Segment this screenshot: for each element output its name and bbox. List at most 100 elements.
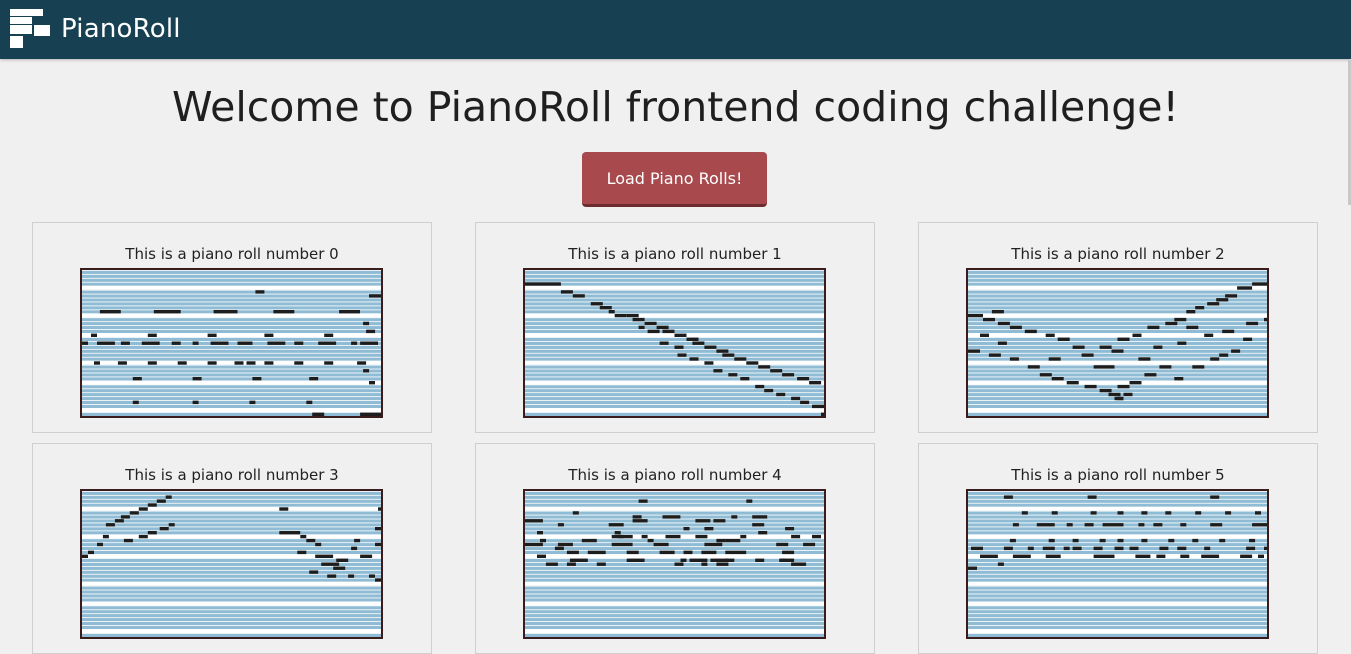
piano-roll-card-1[interactable]: This is a piano roll number 1 bbox=[475, 222, 875, 433]
piano-roll-lane-divider bbox=[968, 281, 1267, 283]
piano-roll-note bbox=[1204, 546, 1211, 551]
piano-roll-note bbox=[1093, 546, 1103, 551]
piano-roll-lane-divider bbox=[968, 621, 1267, 623]
piano-roll-lane-divider bbox=[525, 609, 824, 611]
piano-roll-note bbox=[1138, 357, 1151, 361]
piano-roll-note bbox=[674, 562, 684, 566]
piano-roll-lane-divider bbox=[525, 613, 824, 615]
piano-roll-note bbox=[782, 550, 795, 555]
piano-roll-lane-divider bbox=[968, 526, 1267, 528]
piano-roll-lane-divider bbox=[968, 633, 1267, 634]
piano-roll-note bbox=[1021, 511, 1028, 515]
piano-roll-note bbox=[1108, 392, 1121, 397]
piano-roll-note bbox=[632, 515, 642, 519]
piano-roll-note bbox=[731, 515, 738, 519]
pianoroll-logo-icon[interactable] bbox=[10, 9, 51, 49]
piano-roll-canvas[interactable] bbox=[80, 489, 383, 639]
piano-roll-note bbox=[1225, 511, 1232, 515]
piano-roll-note bbox=[626, 558, 645, 562]
piano-roll-lane-divider bbox=[525, 498, 824, 500]
piano-roll-lane-divider bbox=[82, 301, 381, 303]
piano-roll-note bbox=[997, 562, 1004, 566]
piano-roll-svg bbox=[82, 270, 381, 416]
piano-roll-note bbox=[94, 361, 100, 365]
piano-roll-note bbox=[626, 313, 639, 318]
piano-roll-note bbox=[991, 310, 1004, 314]
piano-roll-note bbox=[1222, 329, 1235, 334]
piano-roll-note bbox=[315, 542, 322, 547]
piano-roll-lane-divider bbox=[525, 554, 824, 555]
piano-roll-lane-divider bbox=[968, 581, 1267, 583]
piano-roll-lane-divider bbox=[968, 491, 1267, 492]
piano-roll-lane-divider bbox=[968, 329, 1267, 330]
piano-roll-note bbox=[997, 341, 1007, 345]
piano-roll-note bbox=[168, 523, 175, 527]
app-brand[interactable]: PianoRoll bbox=[61, 12, 181, 46]
piano-roll-note bbox=[674, 333, 687, 337]
piano-roll-lane-divider bbox=[968, 368, 1267, 370]
piano-roll-lane-divider bbox=[525, 502, 824, 504]
piano-roll-note bbox=[800, 562, 807, 566]
piano-roll-lane-divider bbox=[968, 372, 1267, 374]
piano-roll-note bbox=[375, 542, 381, 547]
piano-roll-lane-divider bbox=[525, 321, 824, 323]
piano-roll-lane-divider bbox=[525, 577, 824, 579]
piano-roll-lane-divider bbox=[525, 546, 824, 548]
piano-roll-note bbox=[249, 400, 256, 405]
piano-roll-note bbox=[1237, 286, 1253, 290]
piano-roll-note bbox=[525, 519, 543, 523]
piano-roll-canvas[interactable] bbox=[523, 489, 826, 639]
piano-roll-note bbox=[1084, 384, 1097, 389]
piano-roll-card-3[interactable]: This is a piano roll number 3 bbox=[32, 443, 432, 654]
piano-roll-card-4[interactable]: This is a piano roll number 4 bbox=[475, 443, 875, 654]
piano-roll-lane-divider bbox=[82, 400, 381, 402]
piano-roll-note bbox=[716, 538, 726, 543]
piano-roll-note bbox=[1012, 523, 1019, 527]
piano-roll-note bbox=[132, 377, 142, 381]
piano-roll-note bbox=[123, 538, 133, 543]
piano-roll-note bbox=[1066, 381, 1079, 385]
piano-roll-lane-divider bbox=[968, 530, 1267, 532]
piano-roll-note bbox=[1072, 546, 1082, 551]
piano-roll-lane-divider bbox=[525, 281, 824, 283]
piano-roll-lane-divider bbox=[968, 313, 1267, 315]
piano-roll-note bbox=[375, 527, 381, 531]
piano-roll-note bbox=[378, 507, 381, 511]
piano-roll-note bbox=[1192, 365, 1205, 369]
piano-roll-card-0[interactable]: This is a piano roll number 0 bbox=[32, 222, 432, 433]
piano-roll-lane-divider bbox=[968, 550, 1267, 551]
piano-roll-note bbox=[1195, 511, 1202, 515]
piano-roll-note bbox=[764, 388, 774, 393]
piano-roll-lane-divider bbox=[82, 352, 381, 354]
piano-roll-canvas[interactable] bbox=[966, 268, 1269, 418]
piano-roll-lane-divider bbox=[968, 305, 1267, 307]
piano-roll-note bbox=[758, 365, 771, 369]
piano-roll-lane-divider bbox=[82, 281, 381, 283]
piano-roll-lane-divider bbox=[968, 408, 1267, 409]
piano-roll-note bbox=[525, 542, 543, 547]
piano-roll-lane-divider bbox=[82, 577, 381, 579]
piano-roll-lane-divider bbox=[525, 589, 824, 591]
piano-roll-note bbox=[192, 341, 199, 345]
piano-roll-canvas[interactable] bbox=[966, 489, 1269, 639]
piano-roll-canvas[interactable] bbox=[523, 268, 826, 418]
piano-roll-note bbox=[306, 538, 316, 543]
piano-roll-note bbox=[1129, 546, 1139, 551]
piano-roll-note bbox=[581, 538, 597, 543]
piano-roll-lane-divider bbox=[82, 498, 381, 500]
piano-roll-canvas[interactable] bbox=[80, 268, 383, 418]
load-piano-rolls-button[interactable]: Load Piano Rolls! bbox=[582, 152, 767, 207]
piano-roll-card-5[interactable]: This is a piano roll number 5 bbox=[918, 443, 1318, 654]
piano-roll-note bbox=[1048, 357, 1061, 361]
piano-roll-lane-divider bbox=[82, 601, 381, 603]
piano-roll-card-2[interactable]: This is a piano roll number 2 bbox=[918, 222, 1318, 433]
piano-roll-note bbox=[1174, 377, 1184, 381]
piano-roll-lane-divider bbox=[968, 293, 1267, 295]
piano-roll-note bbox=[677, 353, 687, 357]
piano-roll-note bbox=[91, 333, 97, 337]
piano-roll-note bbox=[369, 381, 375, 385]
piano-roll-note bbox=[656, 325, 669, 330]
piano-roll-lane-divider bbox=[82, 285, 381, 287]
piano-roll-note bbox=[1177, 341, 1187, 345]
piano-roll-note bbox=[82, 341, 88, 345]
